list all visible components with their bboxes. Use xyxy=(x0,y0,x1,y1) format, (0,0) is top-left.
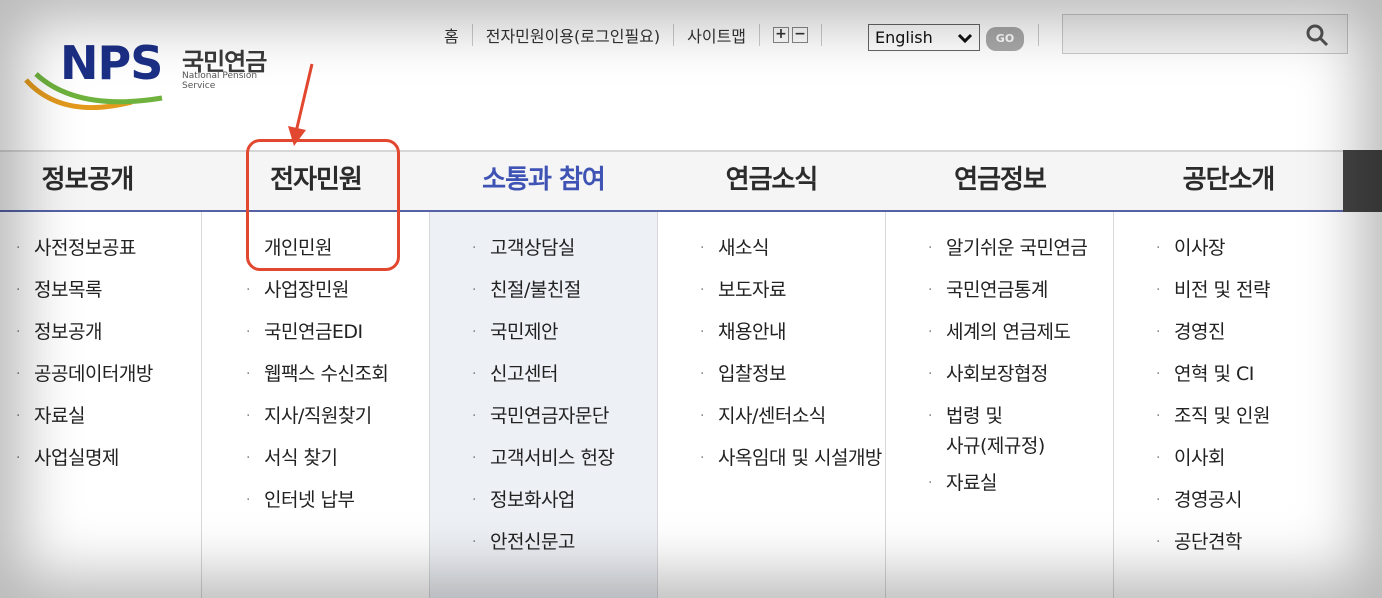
submenu-item[interactable]: 조직 및 인원 xyxy=(1156,404,1270,446)
submenu-item[interactable]: 지사/센터소식 xyxy=(700,404,882,446)
submenu-item[interactable]: 경영공시 xyxy=(1156,488,1270,530)
submenu-item[interactable]: 웹팩스 수신조회 xyxy=(246,362,389,404)
divider xyxy=(759,24,761,46)
submenu-item[interactable]: 사옥임대 및 시설개방 xyxy=(700,446,882,488)
nav-communication[interactable]: 소통과 참여 xyxy=(430,152,657,210)
submenu-item[interactable]: 연혁 및 CI xyxy=(1156,362,1270,404)
submenu-item[interactable]: 자료실 xyxy=(16,404,153,446)
e-service-link[interactable]: 전자민원이용(로그인필요) xyxy=(486,23,660,47)
submenu-item[interactable]: 고객서비스 헌장 xyxy=(472,446,615,488)
submenu-item[interactable]: 사업실명제 xyxy=(16,446,153,488)
zoom-out-button[interactable]: − xyxy=(792,27,809,43)
submenu-item[interactable]: 경영진 xyxy=(1156,320,1270,362)
submenu-item[interactable]: 이사회 xyxy=(1156,446,1270,488)
logo-english-name: National Pension Service xyxy=(182,71,258,91)
submenu-item[interactable]: 신고센터 xyxy=(472,362,614,404)
submenu-item[interactable]: 정보화사업 xyxy=(472,488,614,530)
divider xyxy=(673,24,675,46)
submenu-item[interactable]: 정보공개 xyxy=(16,320,153,362)
submenu-item[interactable]: 법령 및 사규(제규정) xyxy=(928,401,1098,471)
submenu-item[interactable]: 정보목록 xyxy=(16,278,153,320)
zoom-in-button[interactable]: + xyxy=(773,27,790,43)
go-button[interactable]: GO xyxy=(986,27,1024,51)
submenu-item[interactable]: 비전 및 전략 xyxy=(1156,278,1270,320)
submenu-about: 이사장 비전 및 전략 경영진 연혁 및 CI 조직 및 인원 이사회 경영공시… xyxy=(1114,212,1342,598)
submenu-item[interactable]: 국민제안 xyxy=(472,320,614,362)
submenu-item[interactable]: 국민연금통계 xyxy=(928,278,1098,320)
chevron-down-icon xyxy=(957,25,973,60)
language-select[interactable]: English xyxy=(868,24,980,51)
submenu-item[interactable]: 고객상담실 xyxy=(472,236,614,278)
nav-about[interactable]: 공단소개 xyxy=(1114,152,1343,210)
submenu-item[interactable]: 지사/직원찾기 xyxy=(246,404,388,446)
submenu-item[interactable]: 공공데이터개방 xyxy=(16,362,153,404)
site-header: NPS 국민연금 National Pension Service 홈 전자민원… xyxy=(0,0,1382,150)
submenu-item[interactable]: 인터넷 납부 xyxy=(246,488,388,530)
submenu-item[interactable]: 사전정보공표 xyxy=(16,236,153,278)
home-link[interactable]: 홈 xyxy=(444,23,459,47)
nav-pension-info[interactable]: 연금정보 xyxy=(886,152,1114,210)
submenu-item[interactable]: 이사장 xyxy=(1156,236,1270,278)
submenu-item[interactable]: 사회보장협정 xyxy=(928,362,1098,404)
submenu-communication: 고객상담실 친절/불친절 국민제안 신고센터 국민연금자문단 고객서비스 헌장 … xyxy=(430,212,658,598)
submenu-item[interactable]: 사업장민원 xyxy=(246,278,388,320)
annotation-highlight-box xyxy=(246,139,400,271)
nps-logo[interactable]: NPS 국민연금 National Pension Service xyxy=(22,36,292,110)
submenu-item[interactable]: 서식 찾기 xyxy=(246,446,388,488)
divider xyxy=(1038,24,1039,46)
nav-pension-news[interactable]: 연금소식 xyxy=(658,152,885,210)
zoom-controls: + − xyxy=(773,27,809,43)
submenu-item[interactable]: 안전신문고 xyxy=(472,530,614,572)
search-input[interactable] xyxy=(1062,14,1348,54)
search-icon[interactable] xyxy=(1305,23,1329,51)
submenu-item[interactable]: 입찰정보 xyxy=(700,362,882,404)
utility-links: 홈 전자민원이용(로그인필요) 사이트맵 + − xyxy=(444,20,835,50)
nav-info-disclosure[interactable]: 정보공개 xyxy=(0,152,175,210)
submenu-item[interactable]: 국민연금자문단 xyxy=(472,404,614,446)
submenu-item[interactable]: 세계의 연금제도 xyxy=(928,320,1098,362)
nav-side-panel xyxy=(1343,150,1382,212)
submenu-info-disclosure: 사전정보공표 정보목록 정보공개 공공데이터개방 자료실 사업실명제 xyxy=(0,212,202,598)
submenu-item[interactable]: 국민연금EDI xyxy=(246,320,388,362)
sitemap-link[interactable]: 사이트맵 xyxy=(687,23,746,47)
submenu-item[interactable]: 자료실 xyxy=(928,471,1098,513)
annotation-arrow-icon xyxy=(288,63,314,146)
language-selected-value: English xyxy=(875,28,933,47)
submenu-item[interactable]: 보도자료 xyxy=(700,278,882,320)
submenu-pension-info: 알기쉬운 국민연금 국민연금통계 세계의 연금제도 사회보장협정 법령 및 사규… xyxy=(886,212,1114,598)
main-nav: 정보공개 전자민원 소통과 참여 연금소식 연금정보 공단소개 xyxy=(0,150,1382,212)
submenu-pension-news: 새소식 보도자료 채용안내 입찰정보 지사/센터소식 사옥임대 및 시설개방 xyxy=(658,212,886,598)
submenu-item[interactable]: 새소식 xyxy=(700,236,882,278)
submenu-item[interactable]: 친절/불친절 xyxy=(472,278,614,320)
logo-brand-text: NPS xyxy=(60,36,163,90)
divider xyxy=(821,24,823,46)
submenu-item[interactable]: 알기쉬운 국민연금 xyxy=(928,236,1098,278)
submenu-item[interactable]: 공단견학 xyxy=(1156,530,1270,572)
divider xyxy=(471,24,473,46)
submenu-item[interactable]: 채용안내 xyxy=(700,320,882,362)
